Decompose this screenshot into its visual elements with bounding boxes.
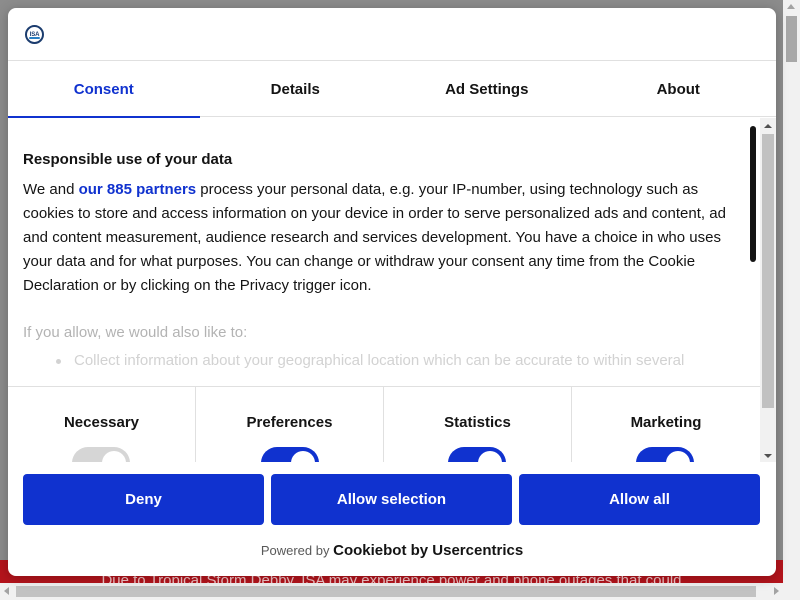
statistics-toggle[interactable] [448,447,506,462]
cookiebot-brand-link[interactable]: Cookiebot by Usercentrics [333,542,523,559]
logo-text: ISA [29,31,40,38]
toggle-knob [666,451,690,462]
toggle-knob [478,451,502,462]
intro-text: We and [23,181,79,198]
category-label: Necessary [63,414,140,431]
necessary-toggle [72,447,130,462]
partners-link[interactable]: our 885 partners [79,181,197,198]
marketing-toggle[interactable] [636,447,694,462]
category-statistics: Statistics [384,387,572,462]
tab-ad-settings[interactable]: Ad Settings [391,61,583,117]
scroll-up-arrow-icon[interactable] [787,4,795,9]
isa-logo-icon: ISA [25,25,44,44]
toggle-knob [102,451,126,462]
consent-buttons: Deny Allow selection Allow all [8,462,776,532]
also-like-text: If you allow, we would also like to: [23,324,248,341]
category-necessary: Necessary [8,387,196,462]
consent-content: Responsible use of your data We and our … [8,118,776,386]
deny-button[interactable]: Deny [23,474,264,525]
powered-by: Powered by Cookiebot by Usercentrics [8,542,776,559]
content-scroll-indicator[interactable] [750,126,756,262]
category-preferences: Preferences [196,387,384,462]
tab-label: About [656,80,700,98]
content-heading: Responsible use of your data [23,151,233,168]
tab-about[interactable]: About [583,61,775,117]
allow-selection-button[interactable]: Allow selection [271,474,512,525]
dialog-header: ISA [8,8,776,61]
dialog-scroll-thumb[interactable] [762,134,774,408]
toggle-knob [291,451,315,462]
tab-label: Ad Settings [445,80,529,98]
page-vertical-scrollbar[interactable] [783,0,800,600]
scroll-left-arrow-icon[interactable] [4,587,9,595]
category-marketing: Marketing [572,387,760,462]
consent-categories: Necessary Preferences Statistics Marketi… [8,386,760,462]
tab-details[interactable]: Details [200,61,392,117]
consent-tabs: Consent Details Ad Settings About [8,61,776,118]
category-label: Preferences [246,414,333,431]
powered-by-label: Powered by [260,543,330,558]
tab-label: Consent [73,80,134,98]
scroll-right-arrow-icon[interactable] [774,587,779,595]
dialog-scrollbar[interactable] [760,118,776,462]
tab-label: Details [270,80,320,98]
scroll-down-arrow-icon[interactable] [764,454,772,458]
page-h-scroll-thumb[interactable] [16,586,756,597]
scroll-up-arrow-icon[interactable] [764,124,772,128]
allow-all-button[interactable]: Allow all [519,474,760,525]
page-horizontal-scrollbar[interactable] [0,583,783,600]
list-item: Collect information about your geographi… [56,352,744,369]
preferences-toggle[interactable] [261,447,319,462]
category-label: Statistics [444,414,511,431]
page-scroll-thumb[interactable] [786,16,797,62]
cookie-consent-dialog: ISA Consent Details Ad Settings About Re… [8,8,776,576]
consent-description: We and our 885 partners process your per… [23,178,735,298]
tab-consent[interactable]: Consent [8,61,200,118]
category-label: Marketing [630,414,702,431]
